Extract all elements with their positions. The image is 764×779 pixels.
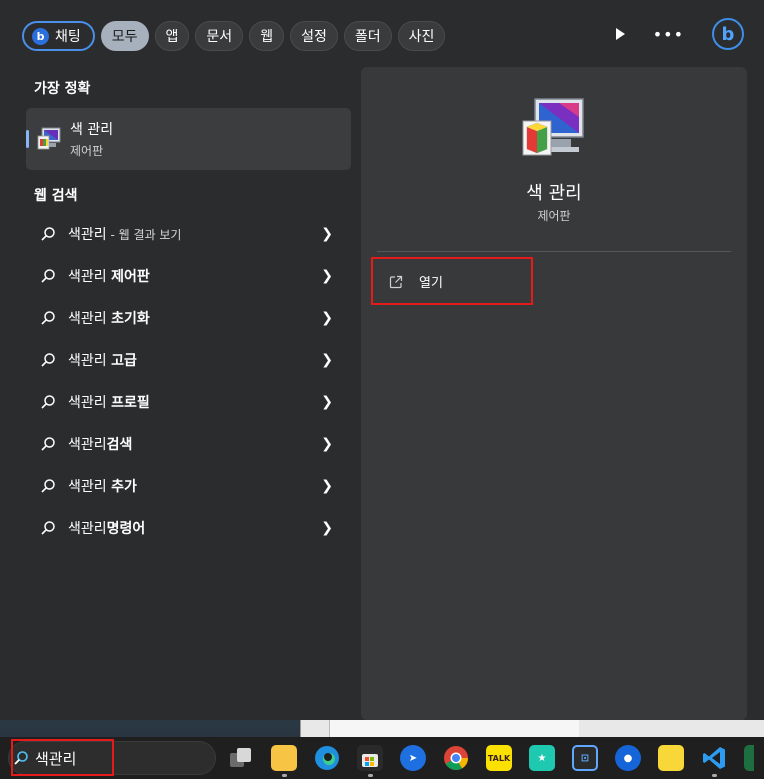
excel-icon[interactable] [744, 745, 754, 771]
best-match-title: 색 관리 [70, 122, 114, 138]
web-result-label: 색관리 - 웹 결과 보기 [68, 227, 182, 243]
search-icon [40, 478, 56, 494]
filter-web[interactable]: 웹 [249, 21, 285, 51]
divider [377, 251, 731, 252]
filter-bar: b 채팅 모두 앱 문서 웹 설정 폴더 사진 [22, 20, 446, 52]
best-match-text: 색 관리 제어판 [70, 119, 113, 159]
web-result-item[interactable]: 색관리 초기화 ❯ [26, 297, 351, 339]
sticky-notes-icon[interactable] [658, 745, 684, 771]
filter-chat-label: 채팅 [55, 29, 81, 45]
web-search-heading: 웹 검색 [34, 188, 78, 204]
filter-documents[interactable]: 문서 [195, 21, 244, 51]
search-icon [40, 352, 56, 368]
chevron-right-icon: ❯ [321, 478, 333, 494]
best-match-heading: 가장 정확 [34, 81, 91, 97]
filter-chat[interactable]: b 채팅 [22, 21, 95, 51]
web-result-item[interactable]: 색관리명령어 ❯ [26, 507, 351, 549]
search-icon [40, 310, 56, 326]
open-external-icon [389, 274, 403, 289]
chevron-right-icon: ❯ [321, 394, 333, 410]
selection-indicator [26, 130, 29, 148]
color-management-icon [521, 97, 587, 163]
search-icon [40, 268, 56, 284]
web-result-item[interactable]: 색관리검색 ❯ [26, 423, 351, 465]
web-result-item[interactable]: 색관리 추가 ❯ [26, 465, 351, 507]
web-result-item[interactable]: 색관리 고급 ❯ [26, 339, 351, 381]
more-options-icon[interactable]: ••• [653, 25, 684, 44]
best-match-subtitle: 제어판 [70, 144, 104, 158]
web-result-label: 색관리명령어 [68, 521, 146, 537]
filter-apps[interactable]: 앱 [154, 21, 190, 51]
play-icon[interactable] [615, 28, 625, 40]
chevron-right-icon: ❯ [321, 436, 333, 452]
web-result-item[interactable]: 색관리 프로필 ❯ [26, 381, 351, 423]
web-result-label: 색관리검색 [68, 437, 133, 453]
filter-photos[interactable]: 사진 [397, 21, 446, 51]
filter-folders[interactable]: 폴더 [343, 21, 392, 51]
edge-icon[interactable] [314, 745, 340, 771]
chevron-right-icon: ❯ [321, 352, 333, 368]
chevron-right-icon: ❯ [321, 520, 333, 536]
detail-title: 색 관리 [526, 183, 582, 204]
chevron-right-icon: ❯ [321, 226, 333, 242]
vscode-icon[interactable] [701, 745, 727, 777]
chevron-right-icon: ❯ [321, 310, 333, 326]
web-result-item[interactable]: 색관리 제어판 ❯ [26, 255, 351, 297]
file-explorer-icon[interactable] [271, 745, 297, 777]
search-icon [40, 226, 56, 242]
filter-settings[interactable]: 설정 [290, 21, 338, 51]
arrow-app-icon[interactable]: ➤ [400, 745, 426, 771]
favorite-app-icon[interactable]: ★ [529, 745, 555, 771]
filter-all[interactable]: 모두 [100, 21, 149, 51]
search-panel: b 채팅 모두 앱 문서 웹 설정 폴더 사진 ••• b 가장 정확 색 관리… [0, 0, 764, 720]
capture-app-icon[interactable]: ⊡ [572, 745, 598, 771]
search-icon [40, 394, 56, 410]
best-match-item[interactable]: 색 관리 제어판 [26, 108, 351, 170]
web-search-results: 색관리 - 웹 결과 보기 ❯ 색관리 제어판 ❯ 색관리 초기화 ❯ 색관리 … [26, 213, 351, 549]
top-actions: ••• b [615, 18, 744, 50]
search-highlight-box [11, 739, 114, 776]
web-result-label: 색관리 고급 [68, 353, 137, 369]
search-icon [40, 436, 56, 452]
web-result-label: 색관리 프로필 [68, 395, 150, 411]
open-label: 열기 [419, 275, 443, 291]
taskbar-apps: ➤ TALK ★ ⊡ ● [228, 745, 754, 777]
web-result-label: 색관리 추가 [68, 479, 137, 495]
search-icon [40, 520, 56, 536]
detail-subtitle: 제어판 [537, 209, 571, 223]
detail-pane: 색 관리 제어판 열기 [361, 67, 747, 720]
chevron-right-icon: ❯ [321, 268, 333, 284]
store-icon[interactable] [357, 745, 383, 777]
chrome-icon[interactable] [443, 745, 469, 771]
task-view-icon[interactable] [228, 745, 254, 771]
color-management-icon [36, 126, 62, 152]
location-app-icon[interactable]: ● [615, 745, 641, 771]
web-result-item[interactable]: 색관리 - 웹 결과 보기 ❯ [26, 213, 351, 255]
bing-chat-icon[interactable]: b [712, 18, 744, 50]
bing-icon: b [32, 27, 49, 45]
taskbar: ➤ TALK ★ ⊡ ● [0, 737, 764, 779]
web-result-label: 색관리 초기화 [68, 311, 150, 327]
kakaotalk-icon[interactable]: TALK [486, 745, 512, 771]
open-button[interactable]: 열기 [371, 257, 533, 305]
web-result-label: 색관리 제어판 [68, 269, 150, 285]
